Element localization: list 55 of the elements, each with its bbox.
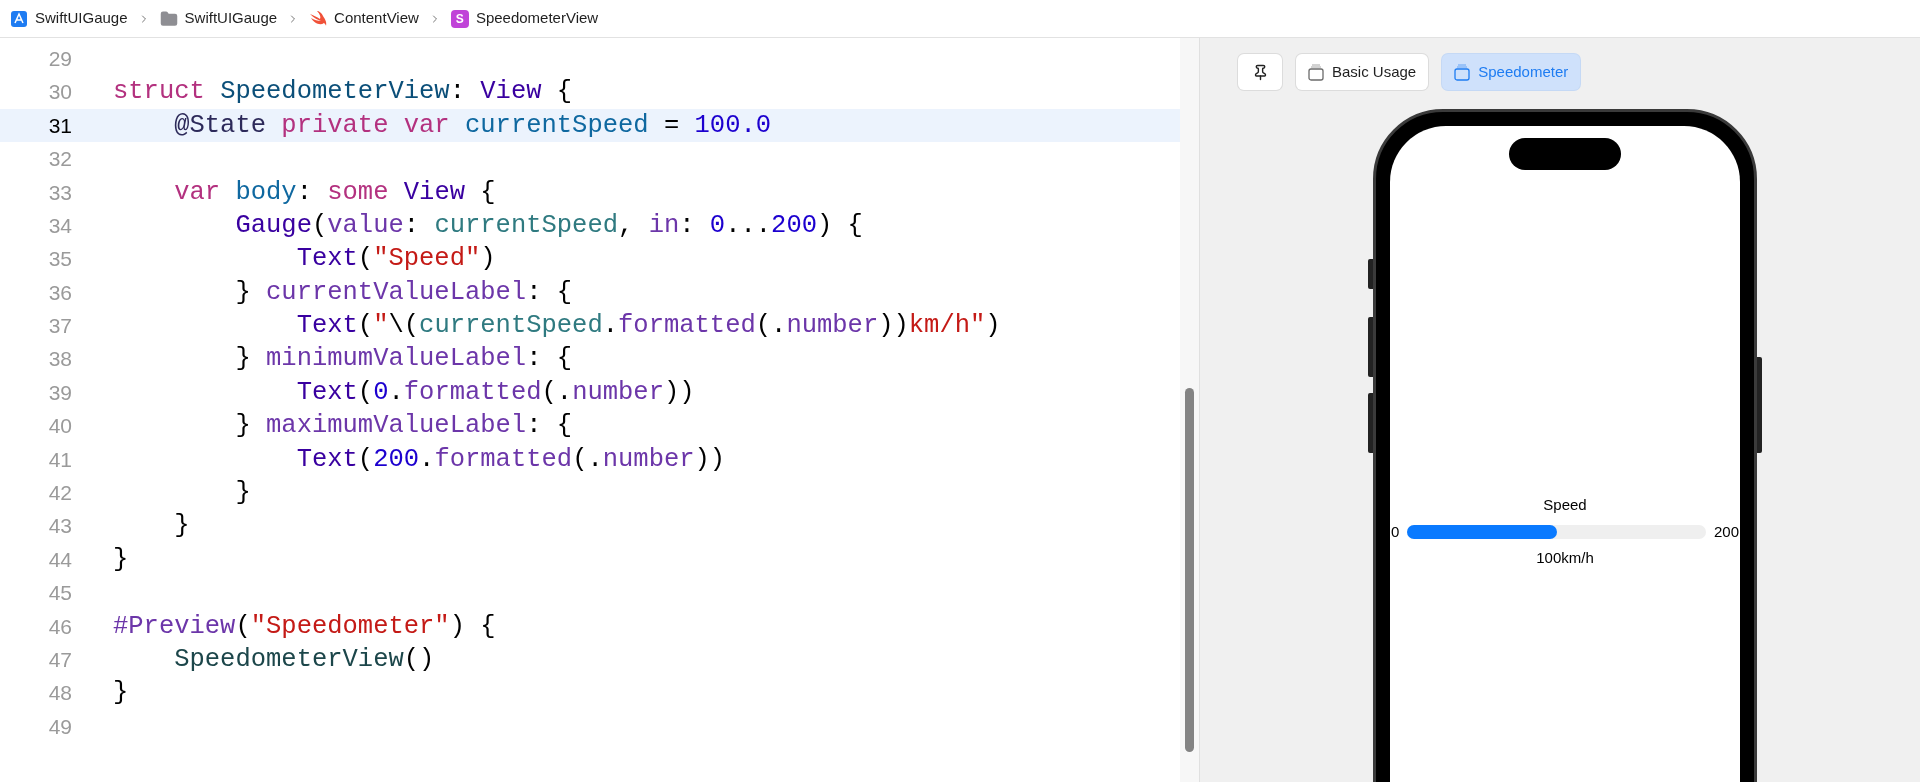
code-text: Gauge(value: currentSpeed, in: 0...200) { xyxy=(234,212,863,239)
line-number: 48 xyxy=(47,680,72,707)
breadcrumb-item[interactable]: SpeedometerView xyxy=(475,7,599,30)
line-number: 32 xyxy=(47,146,72,173)
line-number: 43 xyxy=(47,513,72,540)
line-number: 39 xyxy=(47,379,72,406)
code-text: } xyxy=(234,480,251,506)
code-text: Text(200.formatted(.number)) xyxy=(295,446,726,473)
code-text: SpeedometerView() xyxy=(173,646,435,673)
breadcrumb-item[interactable]: ContentView xyxy=(334,7,419,30)
bird-icon xyxy=(309,10,328,27)
code-text: @State private var currentSpeed = 100.0 xyxy=(173,112,772,139)
gauge-min-label: 0 xyxy=(1391,521,1400,542)
code-text: Text("Speed") xyxy=(295,246,496,272)
code-text: } xyxy=(113,680,129,706)
code-text: } xyxy=(113,546,129,573)
gauge-label: Speed xyxy=(1543,495,1587,515)
line-number: 30 xyxy=(47,79,72,106)
line-number: 49 xyxy=(47,713,72,740)
code-text: } minimumValueLabel: { xyxy=(234,346,573,372)
line-number: 45 xyxy=(47,580,72,607)
line-number: 40 xyxy=(47,413,72,440)
line-number: 37 xyxy=(47,313,72,340)
code-text: } currentValueLabel: { xyxy=(234,279,573,306)
breadcrumb-item[interactable]: SwiftUIGauge xyxy=(184,7,278,30)
breadcrumb-item[interactable]: SwiftUIGauge xyxy=(35,7,128,30)
line-number: 31 xyxy=(47,112,72,139)
pin-button[interactable] xyxy=(1238,54,1282,90)
code-text: } maximumValueLabel: { xyxy=(234,413,573,439)
line-number: 29 xyxy=(47,45,72,72)
line-number: 35 xyxy=(47,246,72,273)
line-number: 42 xyxy=(47,480,72,506)
struct-icon: S xyxy=(450,9,469,28)
line-number: 41 xyxy=(47,446,72,473)
preview-tab[interactable]: Basic Usage xyxy=(1296,54,1429,90)
line-number: 44 xyxy=(47,546,72,573)
app-project-icon xyxy=(10,9,28,28)
folder-icon xyxy=(159,9,178,28)
code-text: struct SpeedometerView: View { xyxy=(113,79,573,105)
gauge-max-label: 200 xyxy=(1713,521,1739,542)
code-text: var body: some View { xyxy=(173,179,496,205)
preview-icon xyxy=(1454,63,1471,81)
line-number: 36 xyxy=(47,279,72,306)
scrollbar-thumb[interactable] xyxy=(1185,388,1194,752)
line-number: 34 xyxy=(47,212,72,239)
preview-icon xyxy=(1308,63,1324,81)
line-number: 47 xyxy=(47,646,72,673)
code-text: } xyxy=(173,513,190,539)
line-number: 38 xyxy=(47,346,72,373)
gauge-value-label: 100km/h xyxy=(1536,548,1594,568)
code-text: Text(0.formatted(.number)) xyxy=(295,379,695,406)
line-number: 33 xyxy=(47,179,72,206)
code-text: #Preview("Speedometer") { xyxy=(113,613,496,640)
code-text: Text("\(currentSpeed.formatted(.number))km/h") xyxy=(295,313,1001,339)
line-number: 46 xyxy=(47,613,72,640)
